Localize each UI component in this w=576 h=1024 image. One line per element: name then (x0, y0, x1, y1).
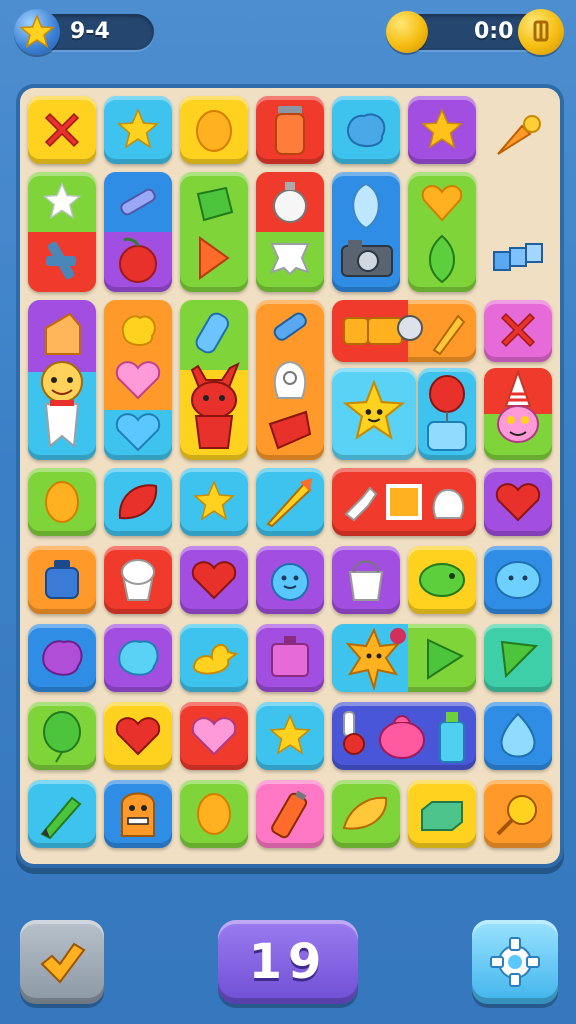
tile-star-face[interactable] (332, 368, 416, 460)
tile-gnome[interactable] (484, 368, 552, 460)
tile-gold-star[interactable] (408, 96, 476, 164)
tile-cheese[interactable] (332, 780, 400, 848)
tile-heart-purple[interactable] (484, 468, 552, 536)
tile-duck[interactable] (180, 624, 248, 692)
tile-green-fish[interactable] (408, 546, 476, 614)
tile-blue-blob[interactable] (332, 96, 400, 164)
tile-clock-bone[interactable] (256, 172, 324, 292)
back-arrow-icon (40, 942, 86, 984)
tile-egg-green[interactable] (28, 468, 96, 536)
back-button[interactable] (20, 920, 104, 1004)
level-counter: 9-4 (70, 19, 110, 44)
tile-blue-face[interactable] (256, 546, 324, 614)
tile-cupcake[interactable] (104, 546, 172, 614)
tile-toys[interactable] (332, 702, 476, 770)
tile-green-brick[interactable] (408, 780, 476, 848)
tile-balloon[interactable] (418, 368, 476, 460)
tile-lollipop[interactable] (484, 780, 552, 848)
tile-heart-pink[interactable] (180, 702, 248, 770)
carrot-icon[interactable] (492, 102, 548, 162)
coin-counter: 0:0 (474, 19, 514, 44)
settings-icon[interactable] (518, 9, 564, 55)
tile-crayon-cherry[interactable] (104, 172, 172, 292)
blocks-icon[interactable] (490, 234, 548, 282)
tile-tools[interactable] (332, 300, 476, 362)
tile-mixed-red[interactable] (332, 468, 476, 536)
moves-counter-button[interactable]: 19 (218, 920, 358, 1004)
tile-green-gem[interactable] (180, 172, 248, 292)
tile-pencil[interactable] (28, 780, 96, 848)
game-board (20, 88, 560, 864)
tile-box[interactable] (256, 624, 324, 692)
tile-star-blue[interactable] (256, 702, 324, 770)
tile-cyan-blob[interactable] (104, 624, 172, 692)
tile-purple-blob[interactable] (28, 624, 96, 692)
tile-bucket[interactable] (332, 546, 400, 614)
moves-counter: 19 (248, 934, 328, 990)
tile-balloon-green[interactable] (28, 702, 96, 770)
gear-icon (490, 937, 540, 987)
tile-red-cross[interactable] (28, 96, 96, 164)
star-icon (14, 9, 60, 55)
tile-heart-leaf[interactable] (408, 172, 476, 292)
tile-jar[interactable] (256, 96, 324, 164)
tile-drop[interactable] (484, 702, 552, 770)
tile-orange-egg[interactable] (180, 96, 248, 164)
tile-egg-yellow[interactable] (180, 780, 248, 848)
tile-monster[interactable] (104, 780, 172, 848)
tile-star-plug[interactable] (28, 172, 96, 292)
coin-icon (386, 11, 428, 53)
tile-crayon-ghost[interactable] (256, 300, 324, 460)
tile-battery[interactable] (256, 780, 324, 848)
tile-sun-triangle[interactable] (332, 624, 476, 692)
tile-leaf-camera[interactable] (332, 172, 400, 292)
tile-cat[interactable] (180, 300, 248, 460)
tile-heart-yellow[interactable] (104, 702, 172, 770)
tile-red-leaf[interactable] (104, 468, 172, 536)
tile-pot[interactable] (28, 546, 96, 614)
tile-cross-pink[interactable] (484, 300, 552, 362)
tile-rocket[interactable] (256, 468, 324, 536)
tile-character[interactable] (28, 300, 96, 460)
tile-star[interactable] (104, 96, 172, 164)
settings-button[interactable] (472, 920, 558, 1004)
tile-cake-heart[interactable] (104, 300, 172, 460)
tile-green-triangle[interactable] (484, 624, 552, 692)
tile-star-cyan[interactable] (180, 468, 248, 536)
tile-blue-fish[interactable] (484, 546, 552, 614)
tile-heart-red[interactable] (180, 546, 248, 614)
